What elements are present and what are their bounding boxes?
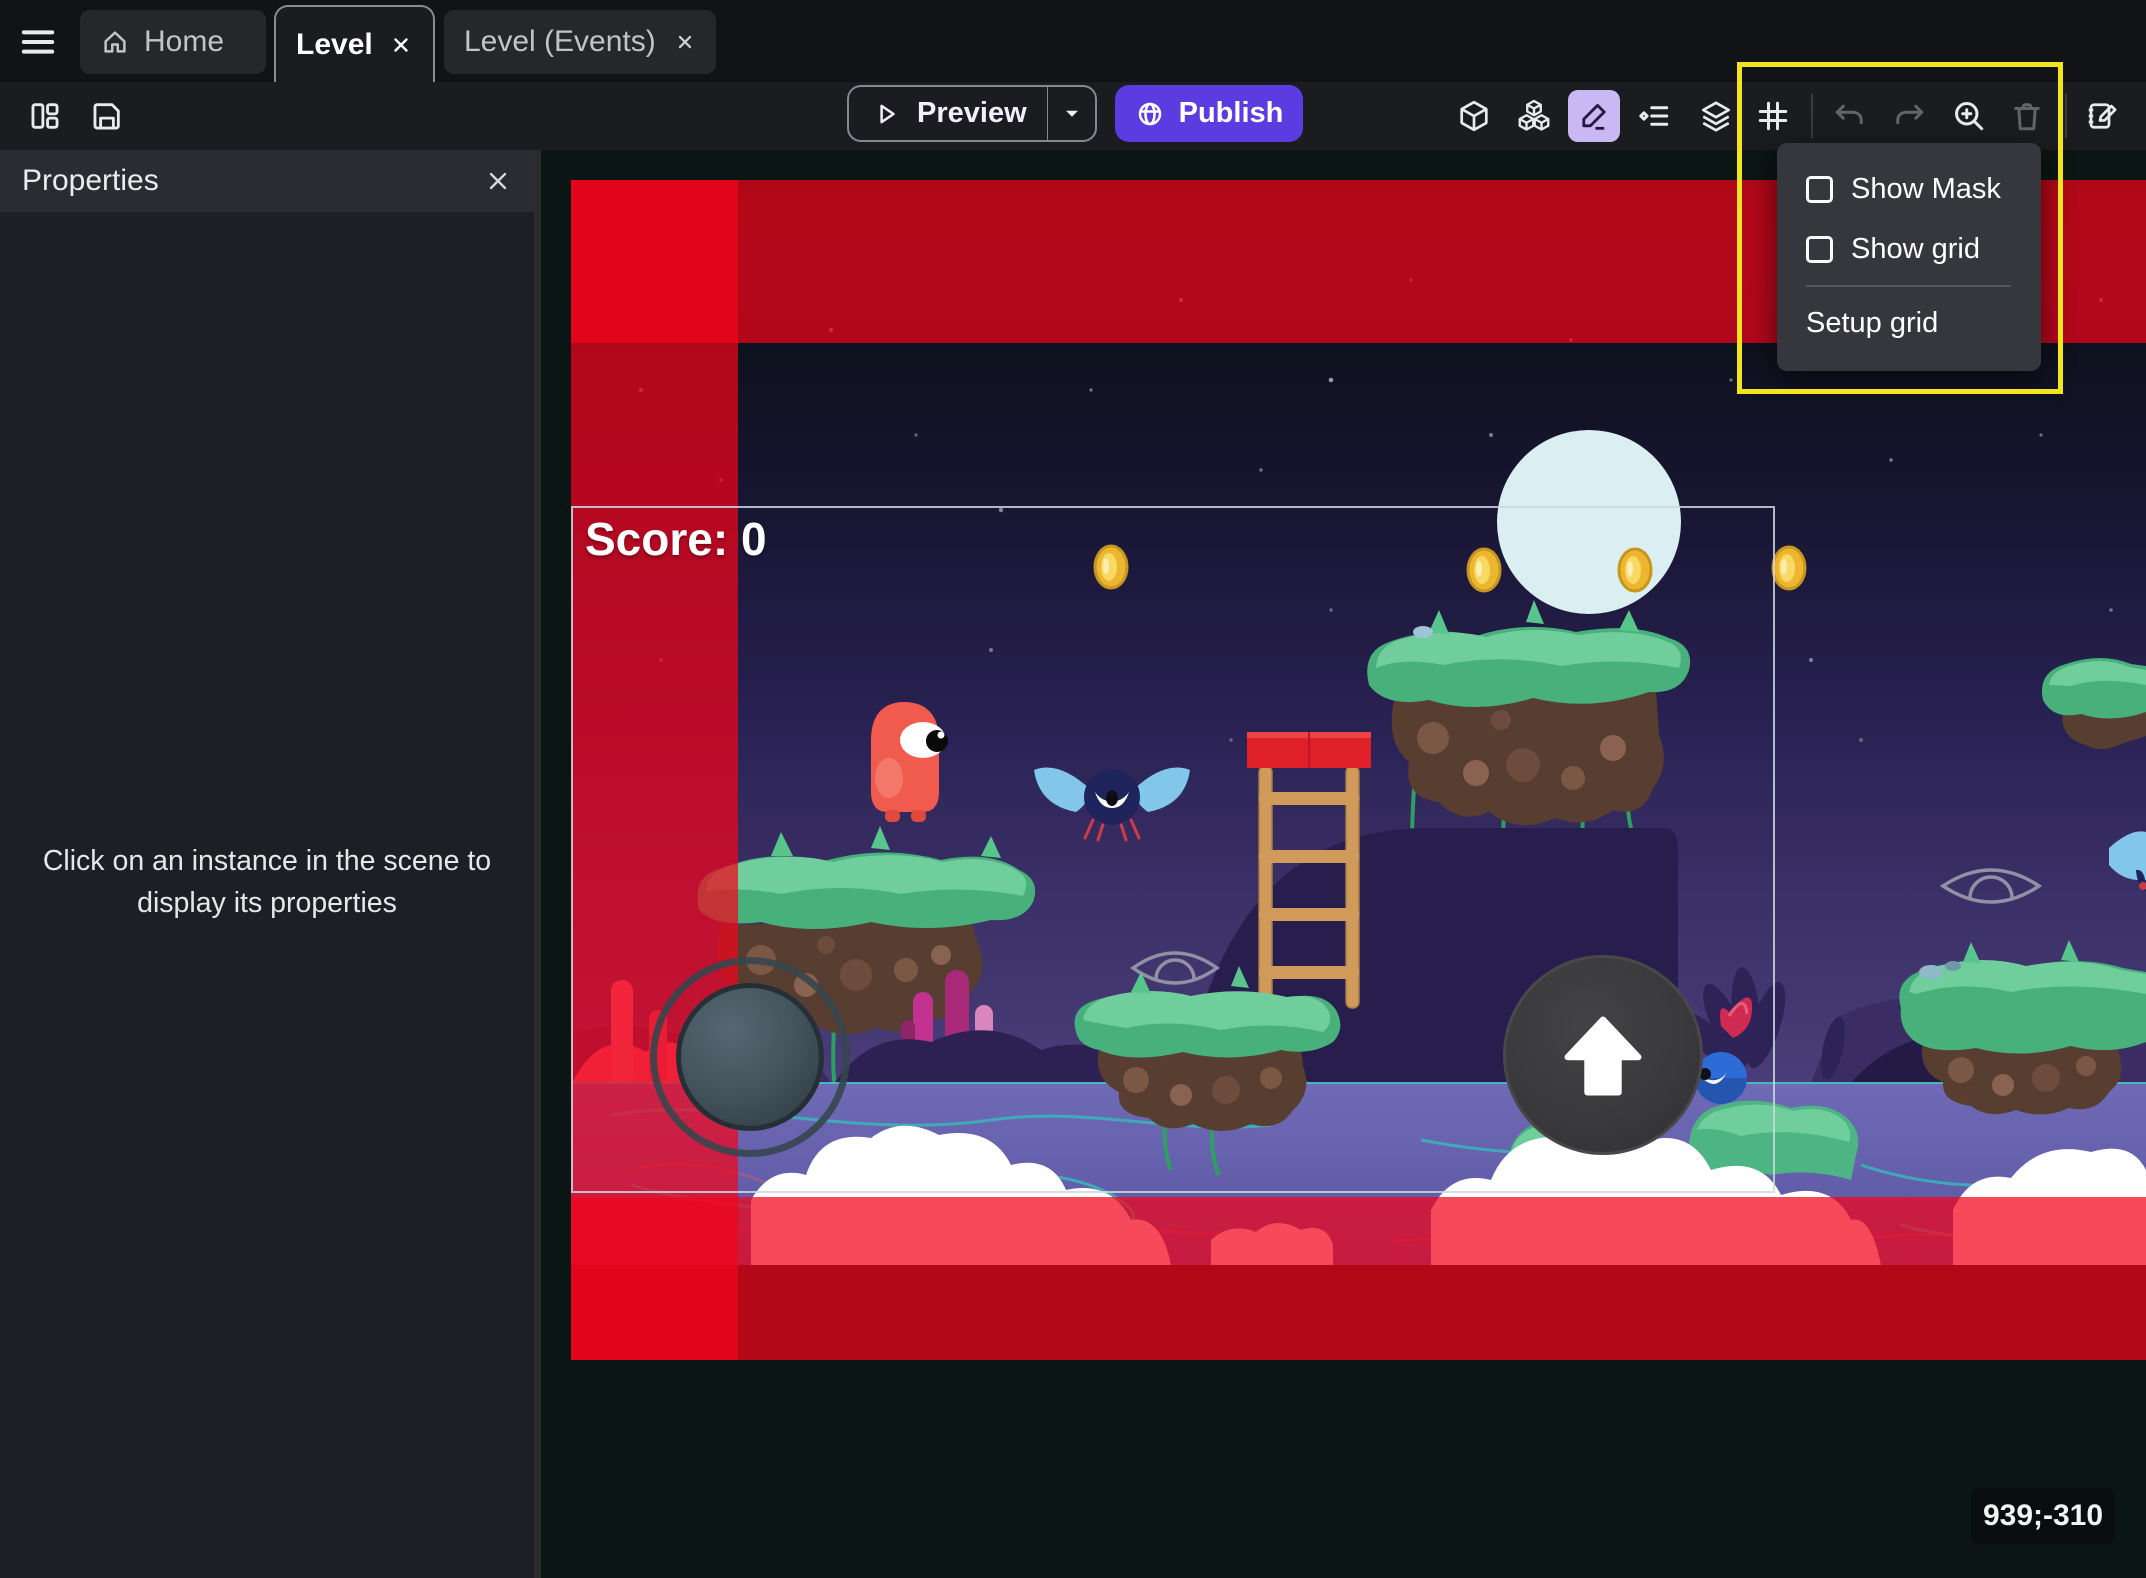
tab-level-events-label: Level (Events)	[464, 25, 656, 59]
grid-options-menu: Show Mask Show grid Setup grid	[1777, 143, 2041, 371]
grid-options-icon[interactable]	[1745, 88, 1801, 144]
toolbar-divider	[2065, 94, 2067, 138]
gdevelop-editor-window: Home Level Level (Events) Preview	[0, 0, 2146, 1578]
show-mask-checkbox[interactable]	[1806, 176, 1833, 203]
hamburger-icon	[18, 22, 58, 62]
coin	[1773, 547, 1805, 589]
preview-options-button[interactable]	[1048, 101, 1095, 127]
toolbar-divider	[1811, 94, 1813, 138]
redo-icon[interactable]	[1881, 88, 1937, 144]
edit-mode-pencil-icon[interactable]	[1568, 90, 1620, 142]
preview-button[interactable]: Preview	[847, 85, 1097, 142]
play-icon	[871, 99, 901, 129]
preview-main-segment[interactable]: Preview	[849, 97, 1047, 130]
object-cube-icon[interactable]	[1446, 88, 1502, 144]
cursor-coordinates-badge: 939;-310	[1971, 1488, 2115, 1544]
coin	[1095, 546, 1127, 588]
tab-level-label: Level	[296, 28, 373, 62]
menu-divider	[1806, 285, 2011, 287]
instances-list-icon[interactable]	[1626, 88, 1682, 144]
save-icon[interactable]	[79, 88, 135, 144]
close-panel-icon[interactable]	[484, 167, 512, 195]
menu-item-show-mask[interactable]: Show Mask	[1777, 159, 2041, 219]
tab-home[interactable]: Home	[80, 10, 266, 74]
globe-icon	[1135, 99, 1165, 129]
undo-icon[interactable]	[1822, 88, 1878, 144]
trash-icon[interactable]	[1999, 88, 2055, 144]
properties-panel-title: Properties	[22, 164, 159, 198]
home-icon	[100, 27, 130, 57]
menu-item-setup-grid[interactable]: Setup grid	[1777, 295, 2041, 351]
chevron-down-icon	[1059, 101, 1085, 127]
edit-scene-icon[interactable]	[2075, 88, 2131, 144]
close-tab-icon[interactable]	[389, 33, 413, 57]
publish-button-label: Publish	[1179, 97, 1284, 130]
zoom-in-icon[interactable]	[1941, 88, 1997, 144]
layers-icon[interactable]	[1688, 88, 1744, 144]
project-manager-icon[interactable]	[17, 88, 73, 144]
publish-button[interactable]: Publish	[1115, 85, 1303, 142]
tab-level[interactable]: Level	[274, 5, 435, 82]
setup-grid-label: Setup grid	[1806, 307, 1938, 340]
properties-panel: Properties Click on an instance in the s…	[0, 150, 534, 1578]
objects-group-icon[interactable]	[1506, 88, 1562, 144]
joystick-control-instance[interactable]	[650, 957, 850, 1157]
preview-button-label: Preview	[917, 97, 1027, 130]
close-tab-icon[interactable]	[674, 31, 696, 53]
up-arrow-icon	[1551, 1003, 1655, 1107]
show-grid-label: Show grid	[1851, 233, 1980, 266]
joystick-knob	[676, 983, 824, 1131]
main-menu-button[interactable]	[16, 22, 60, 62]
properties-panel-header: Properties	[0, 150, 534, 212]
coin	[1468, 549, 1500, 591]
moon[interactable]	[1497, 430, 1681, 614]
jump-button-instance[interactable]	[1503, 955, 1703, 1155]
panel-resize-divider[interactable]	[534, 150, 541, 1578]
show-mask-label: Show Mask	[1851, 173, 2001, 206]
tab-level-events[interactable]: Level (Events)	[444, 10, 716, 74]
menu-item-show-grid[interactable]: Show grid	[1777, 219, 2041, 279]
tab-home-label: Home	[144, 25, 224, 59]
score-text-instance[interactable]: Score: 0	[585, 512, 767, 566]
tab-bar: Home Level Level (Events)	[0, 0, 2146, 82]
show-grid-checkbox[interactable]	[1806, 236, 1833, 263]
properties-empty-message: Click on an instance in the scene to dis…	[40, 840, 494, 924]
coin	[1619, 549, 1651, 591]
